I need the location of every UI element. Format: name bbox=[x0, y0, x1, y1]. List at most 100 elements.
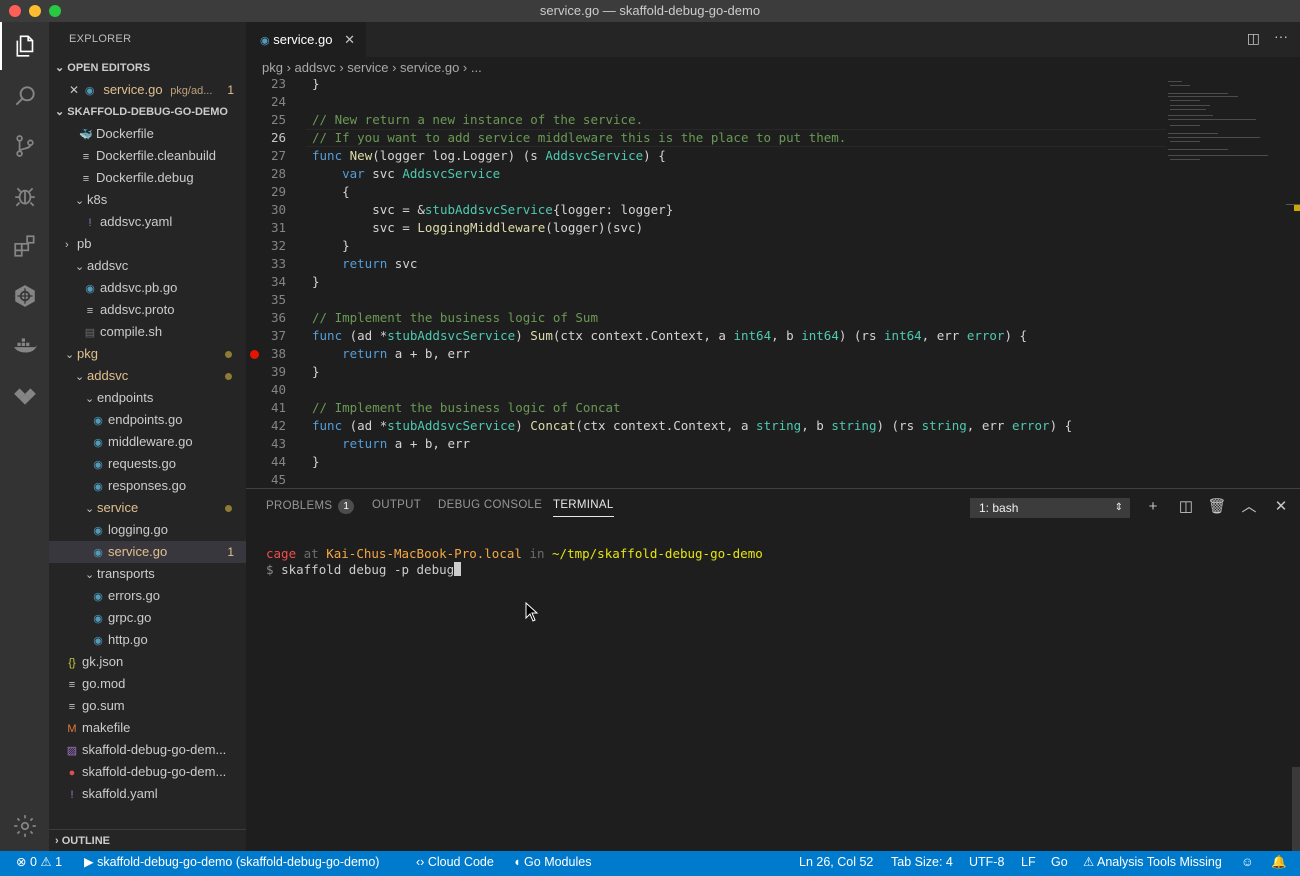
breadcrumb-item[interactable]: addsvc bbox=[295, 60, 336, 75]
file-item[interactable]: ◉ requests.go bbox=[49, 453, 246, 475]
line-number: 31 bbox=[270, 220, 286, 235]
debug-icon[interactable] bbox=[0, 172, 49, 220]
breadcrumb-item[interactable]: ... bbox=[471, 60, 482, 75]
file-item[interactable]: ● skaffold-debug-go-dem... bbox=[49, 761, 246, 783]
minimap[interactable] bbox=[1166, 79, 1276, 169]
line-number: 32 bbox=[270, 238, 286, 253]
line-number: 39 bbox=[270, 364, 286, 379]
new-terminal-icon[interactable]: + bbox=[1143, 497, 1163, 517]
search-icon[interactable] bbox=[0, 72, 49, 120]
tab-service-go[interactable]: ◉ service.go ✕ bbox=[246, 22, 366, 57]
problems-status[interactable]: ⊗ 0 ⚠ 1 bbox=[16, 851, 62, 873]
tab-debug-console[interactable]: DEBUG CONSOLE bbox=[438, 499, 542, 511]
folder-item[interactable]: ⌄ transports bbox=[49, 563, 246, 585]
folder-item[interactable]: ⌄ addsvc bbox=[49, 255, 246, 277]
kube-context-status[interactable]: ▶ skaffold-debug-go-demo (skaffold-debug… bbox=[84, 851, 379, 873]
split-editor-icon[interactable]: ◫ bbox=[1247, 30, 1260, 47]
docker-icon[interactable] bbox=[0, 322, 49, 370]
analysis-tools-status[interactable]: ⚠ Analysis Tools Missing bbox=[1083, 851, 1222, 873]
file-item[interactable]: ◉ middleware.go bbox=[49, 431, 246, 453]
file-item[interactable]: ≡ Dockerfile.cleanbuild bbox=[49, 145, 246, 167]
tab-terminal[interactable]: TERMINAL bbox=[553, 499, 614, 517]
outline-section[interactable]: › OUTLINE bbox=[49, 829, 246, 851]
chevron-down-icon: ⌄ bbox=[65, 349, 75, 361]
file-item[interactable]: ◉ errors.go bbox=[49, 585, 246, 607]
tree-item-label: addsvc.yaml bbox=[100, 214, 173, 229]
file-item[interactable]: ≡ addsvc.proto bbox=[49, 299, 246, 321]
go-file-icon: ◉ bbox=[93, 613, 103, 625]
trash-icon[interactable]: 🗑 bbox=[1207, 497, 1227, 517]
file-item[interactable]: Mmakefile bbox=[49, 717, 246, 739]
code-editor[interactable]: 23} 24 25 // New return a new instance of t… bbox=[246, 79, 1300, 488]
folder-item[interactable]: ⌄ addsvc bbox=[49, 365, 246, 387]
line-number: 38 bbox=[270, 346, 286, 361]
file-item[interactable]: ≡ go.mod bbox=[49, 673, 246, 695]
open-editor-item[interactable]: ✕ ◉ service.go pkg/ad... 1 bbox=[49, 79, 246, 101]
file-item[interactable]: ! skaffold.yaml bbox=[49, 783, 246, 805]
file-item[interactable]: 🐳 Dockerfile bbox=[49, 123, 246, 145]
go-modules-status[interactable]: ◖ Go Modules bbox=[513, 851, 591, 873]
cloud-code-icon[interactable] bbox=[0, 372, 49, 420]
project-section[interactable]: ⌄ SKAFFOLD-DEBUG-GO-DEMO bbox=[49, 101, 246, 123]
tree-item-label: pb bbox=[77, 236, 92, 251]
explorer-icon[interactable] bbox=[0, 22, 49, 70]
proto-file-icon: ≡ bbox=[86, 305, 94, 317]
kubernetes-icon[interactable] bbox=[0, 272, 49, 320]
play-circle-icon: ▶ bbox=[84, 855, 94, 869]
file-item[interactable]: ◉ addsvc.pb.go bbox=[49, 277, 246, 299]
language-status[interactable]: Go bbox=[1051, 851, 1068, 873]
breadcrumb-item[interactable]: pkg bbox=[262, 60, 283, 75]
file-item[interactable]: ≡ Dockerfile.debug bbox=[49, 167, 246, 189]
close-icon[interactable]: ✕ bbox=[69, 83, 79, 97]
maximize-panel-icon[interactable]: ︿ bbox=[1239, 497, 1259, 517]
cloud-code-status[interactable]: ‹› Cloud Code bbox=[416, 851, 494, 873]
terminal-command-line[interactable]: $ skaffold debug -p debug bbox=[266, 562, 462, 577]
folder-item[interactable]: › pb bbox=[49, 233, 246, 255]
open-editors-section[interactable]: ⌄ OPEN EDITORS bbox=[49, 57, 246, 79]
line-number: 24 bbox=[270, 94, 286, 109]
zoom-window-button[interactable] bbox=[49, 5, 61, 17]
file-item[interactable]: ◉ service.go 1 bbox=[49, 541, 246, 563]
close-panel-icon[interactable]: ✕ bbox=[1271, 497, 1291, 517]
tab-output[interactable]: OUTPUT bbox=[372, 499, 421, 511]
folder-item[interactable]: ⌄ k8s bbox=[49, 189, 246, 211]
feedback-smiley-icon[interactable]: ☺ bbox=[1241, 851, 1254, 873]
tab-size-status[interactable]: Tab Size: 4 bbox=[891, 851, 953, 873]
source-control-icon[interactable] bbox=[0, 122, 49, 170]
terminal-select[interactable]: 1: bash ⇕ bbox=[970, 498, 1130, 518]
split-terminal-icon[interactable]: ◫ bbox=[1176, 497, 1196, 517]
extensions-icon[interactable] bbox=[0, 222, 49, 270]
close-window-button[interactable] bbox=[9, 5, 21, 17]
file-item[interactable]: ! addsvc.yaml bbox=[49, 211, 246, 233]
file-item[interactable]: ◉ endpoints.go bbox=[49, 409, 246, 431]
tab-problems[interactable]: PROBLEMS 1 bbox=[266, 499, 355, 514]
file-item[interactable]: ◉ http.go bbox=[49, 629, 246, 651]
file-item[interactable]: ◉ responses.go bbox=[49, 475, 246, 497]
tree-item-label: k8s bbox=[87, 192, 108, 207]
breadcrumb-item[interactable]: service bbox=[347, 60, 388, 75]
folder-item[interactable]: ⌄ endpoints bbox=[49, 387, 246, 409]
line-number: 36 bbox=[270, 310, 286, 325]
more-actions-icon[interactable]: ··· bbox=[1274, 28, 1288, 44]
eol-status[interactable]: LF bbox=[1021, 851, 1036, 873]
breadcrumb-item[interactable]: service.go bbox=[400, 60, 459, 75]
manage-gear-icon[interactable] bbox=[0, 802, 49, 850]
encoding-status[interactable]: UTF-8 bbox=[969, 851, 1004, 873]
terminal-scrollbar[interactable] bbox=[1292, 767, 1300, 851]
file-item[interactable]: ◉ logging.go bbox=[49, 519, 246, 541]
chevron-down-icon: ⌄ bbox=[75, 195, 85, 207]
folder-item[interactable]: ⌄ service bbox=[49, 497, 246, 519]
notifications-bell-icon[interactable]: 🔔 bbox=[1271, 851, 1287, 873]
minimize-window-button[interactable] bbox=[29, 5, 41, 17]
folder-item[interactable]: ⌄ pkg bbox=[49, 343, 246, 365]
file-item[interactable]: ◉ grpc.go bbox=[49, 607, 246, 629]
file-item[interactable]: ▤ compile.sh bbox=[49, 321, 246, 343]
file-item[interactable]: ≡ go.sum bbox=[49, 695, 246, 717]
broadcast-icon: ◖ bbox=[513, 855, 521, 869]
line-number: 26 bbox=[270, 130, 286, 145]
editor-tab-bar: ◉ service.go ✕ ◫ ··· bbox=[246, 22, 1300, 57]
cursor-position-status[interactable]: Ln 26, Col 52 bbox=[799, 851, 873, 873]
file-item[interactable]: ▨ skaffold-debug-go-dem... bbox=[49, 739, 246, 761]
close-tab-icon[interactable]: ✕ bbox=[344, 32, 355, 47]
file-item[interactable]: {} gk.json bbox=[49, 651, 246, 673]
